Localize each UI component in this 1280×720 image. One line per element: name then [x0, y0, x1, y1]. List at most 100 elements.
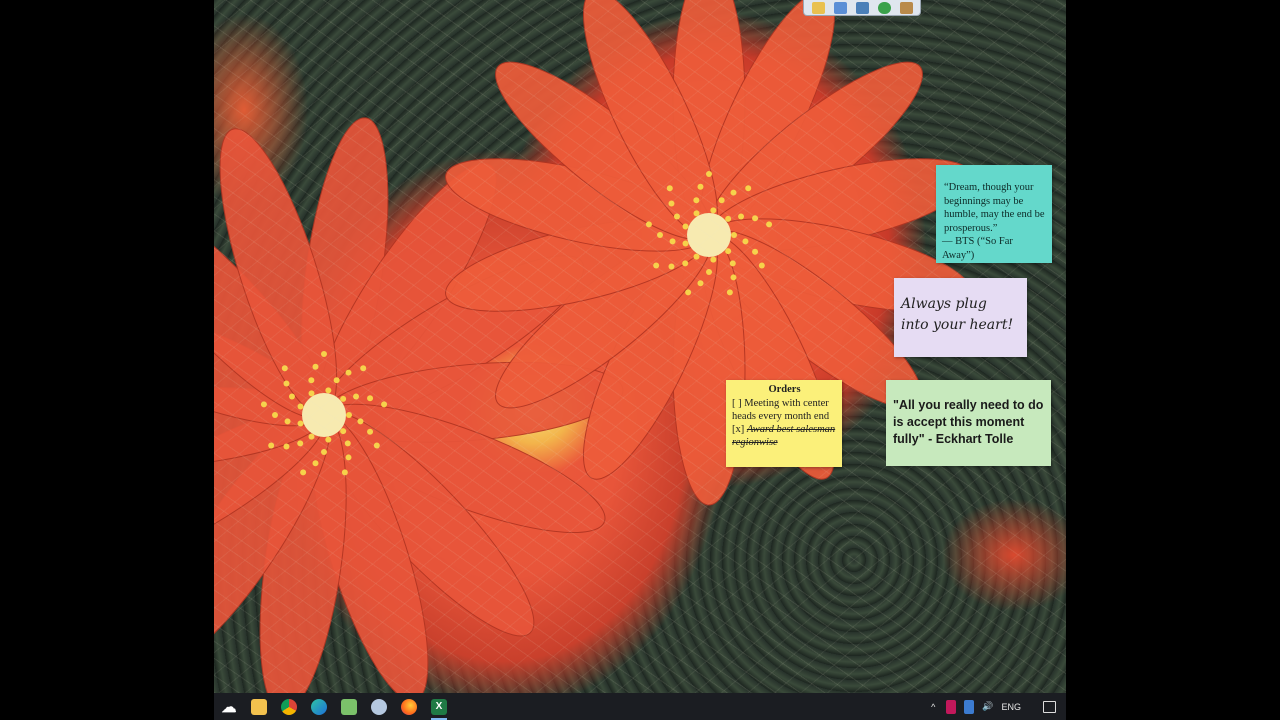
heart-line-2: into your heart! — [901, 317, 1014, 333]
stamen — [693, 253, 700, 260]
stamen — [710, 207, 717, 214]
sticky-note-tolle-quote[interactable]: "All you really need to do is accept thi… — [886, 380, 1051, 466]
stamen — [344, 440, 351, 447]
system-tray: ^ 🔊 ENG — [928, 693, 1056, 720]
stamen — [725, 215, 732, 222]
stamen — [283, 380, 290, 387]
stamen — [281, 365, 288, 372]
stamen — [288, 393, 295, 400]
stamen — [669, 238, 676, 245]
stamen — [272, 412, 278, 418]
stamen — [682, 240, 689, 247]
notepad-icon — [341, 698, 357, 715]
firefox-button[interactable] — [394, 693, 424, 720]
folder-icon[interactable] — [811, 1, 825, 14]
edge-button[interactable] — [304, 693, 334, 720]
stamen — [693, 197, 700, 204]
stamen — [710, 256, 717, 263]
notebook-icon[interactable] — [899, 1, 913, 14]
stamen — [321, 449, 327, 455]
onedrive-button[interactable]: ☁ — [214, 693, 244, 720]
stamen — [367, 428, 374, 435]
sticky-note-heart[interactable]: Always plug into your heart! — [894, 278, 1027, 357]
stamen — [745, 185, 752, 192]
stamen — [729, 260, 736, 267]
stamen — [645, 221, 652, 228]
firefox-icon — [401, 698, 417, 715]
stamen — [697, 183, 704, 190]
stamen — [353, 393, 360, 400]
stamen — [283, 443, 290, 450]
network-icon[interactable] — [964, 699, 975, 714]
orders-title: Orders — [768, 384, 801, 395]
stamen — [752, 215, 759, 222]
stamen — [738, 213, 745, 220]
notifications-icon[interactable] — [1043, 700, 1056, 713]
stamen — [653, 262, 660, 269]
stamen — [341, 469, 348, 476]
stamen — [766, 221, 773, 228]
stamen — [666, 185, 673, 192]
stamen — [325, 436, 332, 443]
language-indicator[interactable]: ENG — [1001, 700, 1021, 714]
stamen — [345, 454, 352, 461]
stamen — [297, 440, 304, 447]
quote-attribution: — BTS (“So Far Away”) — [942, 236, 1013, 261]
excel-button[interactable]: X — [424, 693, 454, 720]
stamen — [373, 442, 380, 449]
stamen — [367, 395, 374, 402]
edge-icon — [311, 698, 327, 715]
stamen — [340, 428, 347, 435]
stamen — [725, 248, 732, 255]
orders-item-award-checkbox[interactable]: [x] — [732, 424, 747, 435]
stamen — [730, 189, 737, 196]
folder-icon — [251, 698, 267, 715]
stamen — [718, 197, 725, 204]
stamen — [731, 232, 737, 238]
chrome-button[interactable] — [274, 693, 304, 720]
stamen — [726, 289, 733, 296]
stamen — [706, 269, 712, 275]
stamen — [340, 395, 347, 402]
taskbar: ☁ X ^ 🔊 ENG — [214, 693, 1066, 720]
stamen — [360, 365, 367, 372]
app-tray-icon[interactable] — [946, 699, 957, 714]
stamen — [312, 363, 319, 370]
orders-item-award: [x] Award best salesman regionwise — [732, 423, 837, 449]
paint-button[interactable] — [364, 693, 394, 720]
stamen — [682, 260, 689, 267]
stamen — [325, 387, 332, 394]
window-icon[interactable] — [855, 1, 869, 14]
excel-icon: X — [431, 698, 447, 715]
sticky-note-orders[interactable]: Orders [ ] Meeting with center heads eve… — [726, 380, 842, 467]
orders-item-meeting: [ ] Meeting with center heads every mont… — [732, 398, 830, 422]
stamen — [752, 248, 759, 255]
globe-icon[interactable] — [877, 1, 891, 14]
stamen — [333, 377, 340, 384]
notepad-plus-button[interactable] — [334, 693, 364, 720]
sticky-note-bts-quote[interactable]: “Dream, though your beginnings may be hu… — [936, 165, 1052, 263]
document-icon[interactable] — [833, 1, 847, 14]
quick-launch-toolbar[interactable] — [803, 0, 921, 16]
stamen — [268, 442, 275, 449]
stamen — [742, 238, 749, 245]
stamen — [758, 262, 765, 269]
paint-icon — [371, 698, 387, 715]
stamen — [284, 418, 291, 425]
stamen — [297, 420, 304, 427]
stamen — [697, 280, 704, 287]
stamen — [260, 401, 267, 408]
file-explorer-button[interactable] — [244, 693, 274, 720]
stamen — [297, 403, 304, 410]
onedrive-cloud-icon: ☁ — [221, 698, 237, 716]
show-hidden-icons-chevron-icon[interactable]: ^ — [928, 700, 938, 714]
stamen — [321, 351, 327, 357]
stamen — [668, 200, 675, 207]
flower-center — [687, 213, 731, 257]
stamen — [312, 460, 319, 467]
heart-line-1: Always plug — [901, 296, 987, 312]
stamen — [693, 210, 700, 217]
chrome-icon — [281, 698, 297, 715]
quote-text: “Dream, though your beginnings may be hu… — [944, 182, 1045, 234]
volume-icon[interactable]: 🔊 — [982, 700, 993, 714]
